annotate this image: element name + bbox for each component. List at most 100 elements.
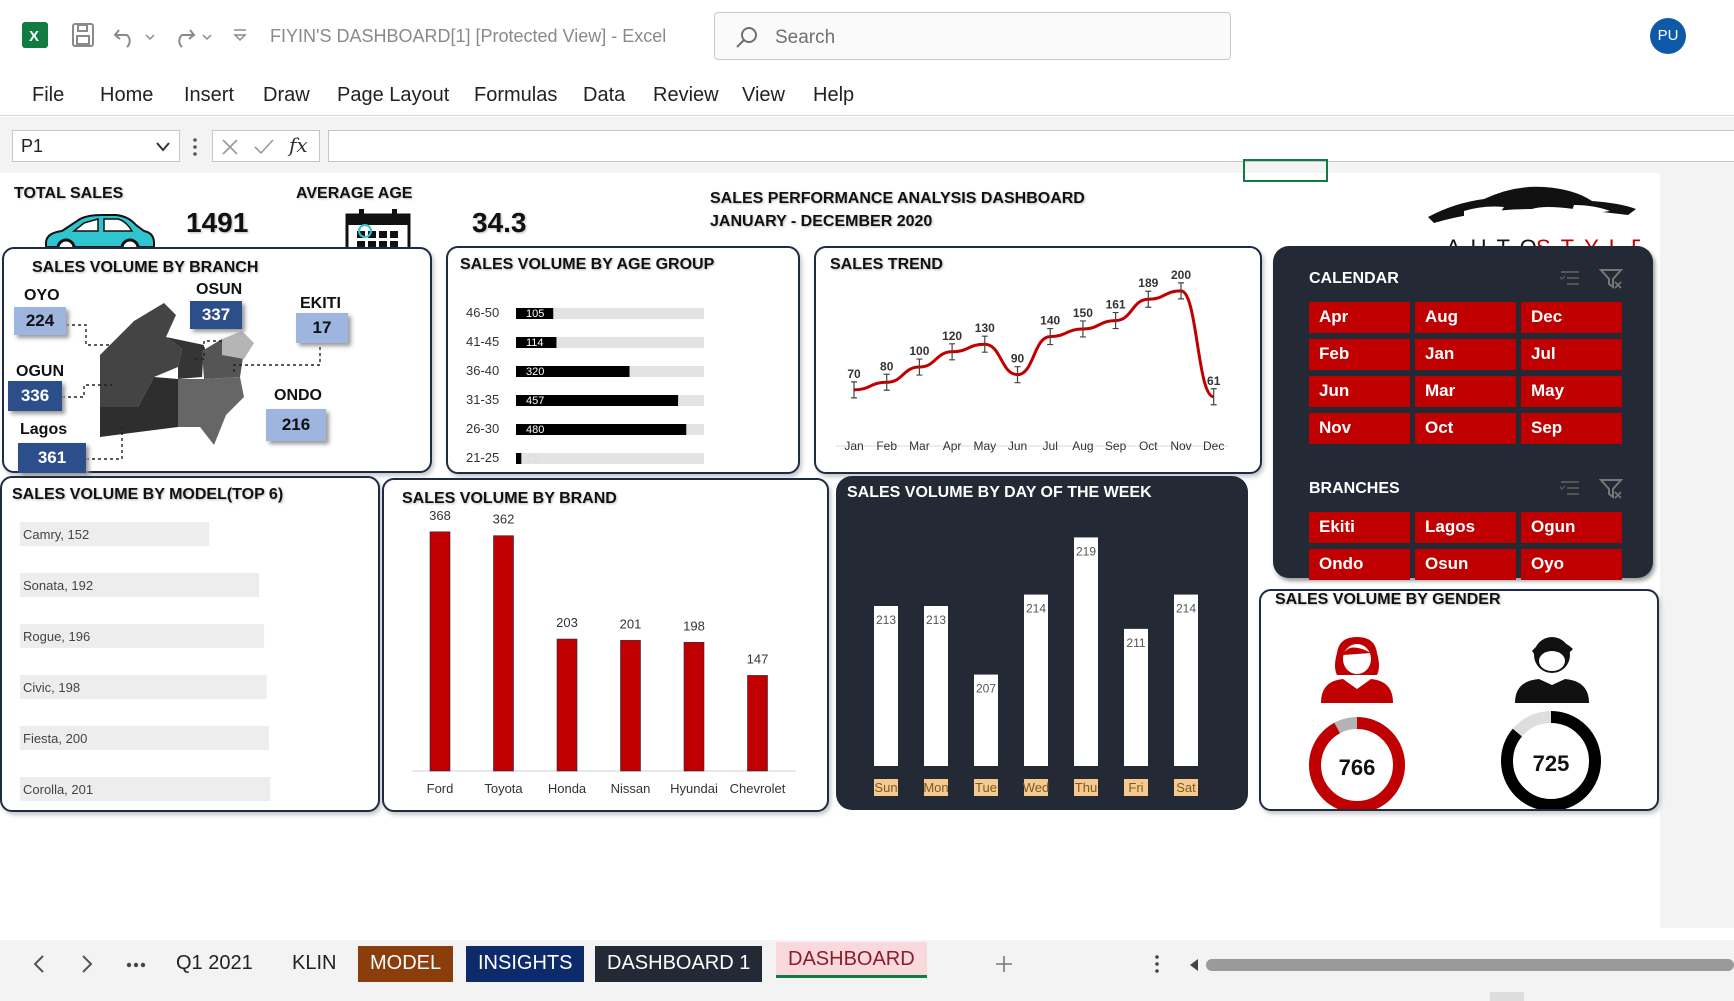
day-x-tick-label: Tue xyxy=(975,780,997,795)
multi-select-icon[interactable] xyxy=(1559,268,1583,288)
menu-draw[interactable]: Draw xyxy=(263,84,310,107)
calendar-slicer-item-sep[interactable]: Sep xyxy=(1521,413,1622,444)
day-data-label: 214 xyxy=(1176,602,1196,616)
save-icon[interactable] xyxy=(71,22,95,48)
brand-data-label: 147 xyxy=(747,651,769,666)
calendar-slicer-item-feb[interactable]: Feb xyxy=(1309,339,1410,370)
age-group-tick-label: 41-45 xyxy=(466,334,499,349)
branch-slicer-item-ogun[interactable]: Ogun xyxy=(1521,512,1622,543)
user-avatar[interactable]: PU xyxy=(1650,18,1686,54)
menu-file[interactable]: File xyxy=(32,84,64,107)
age-group-tick-label: 46-50 xyxy=(466,305,499,320)
branch-slicer-item-osun[interactable]: Osun xyxy=(1415,549,1516,580)
formula-input[interactable] xyxy=(328,130,1734,162)
insert-function-button[interactable]: fx xyxy=(289,133,308,157)
horizontal-scrollbar[interactable] xyxy=(1206,959,1734,971)
normal-view-icon[interactable] xyxy=(1490,992,1524,1001)
trend-x-tick-label: Jan xyxy=(844,439,863,453)
add-sheet-icon[interactable] xyxy=(994,954,1014,974)
brand-panel: SALES VOLUME BY BRAND 368 Ford 362 Toyota 20… xyxy=(382,478,829,812)
branch-slicer-item-ekiti[interactable]: Ekiti xyxy=(1309,512,1410,543)
day-x-tick-label: Sat xyxy=(1176,780,1196,795)
menu-data[interactable]: Data xyxy=(583,84,625,107)
trend-x-tick-label: Jun xyxy=(1008,439,1027,453)
calendar-slicer-item-mar[interactable]: Mar xyxy=(1415,376,1516,407)
sheet-tab-q1-2021[interactable]: Q1 2021 xyxy=(164,946,265,982)
calendar-slicer-item-aug[interactable]: Aug xyxy=(1415,302,1516,333)
brand-x-tick-label: Hyundai xyxy=(670,781,718,796)
dashboard-title: SALES PERFORMANCE ANALYSIS DASHBOARD JAN… xyxy=(710,187,1085,233)
model-panel: SALES VOLUME BY MODEL(TOP 6) Camry, 152 S… xyxy=(0,476,380,812)
menu-view[interactable]: View xyxy=(742,84,785,107)
calendar-slicer-item-jul[interactable]: Jul xyxy=(1521,339,1622,370)
branch-slicer-item-oyo[interactable]: Oyo xyxy=(1521,549,1622,580)
enter-check-icon[interactable] xyxy=(253,138,275,156)
branch-value-osun: 337 xyxy=(190,301,242,329)
model-data-label: Corolla, 201 xyxy=(23,782,93,797)
menu-page-layout[interactable]: Page Layout xyxy=(337,84,449,107)
trend-data-label: 130 xyxy=(975,321,995,335)
model-chart: Camry, 152 Sonata, 192 Rogue, 196 Civic, 19… xyxy=(20,522,271,801)
trend-data-label: 100 xyxy=(909,344,929,358)
chevron-left-icon[interactable] xyxy=(32,954,46,974)
branch-name-oyo: OYO xyxy=(24,287,60,304)
more-sheets-icon[interactable] xyxy=(126,962,146,968)
trend-x-tick-label: Aug xyxy=(1072,439,1093,453)
selected-cell-p1[interactable] xyxy=(1243,159,1328,182)
menu-formulas[interactable]: Formulas xyxy=(474,84,557,107)
more-options-icon[interactable] xyxy=(1154,954,1160,974)
multi-select-icon[interactable] xyxy=(1559,478,1583,498)
menu-insert[interactable]: Insert xyxy=(184,84,234,107)
branch-slicer-item-ondo[interactable]: Ondo xyxy=(1309,549,1410,580)
menu-review[interactable]: Review xyxy=(653,84,719,107)
undo-icon[interactable] xyxy=(113,22,157,48)
chevron-right-icon[interactable] xyxy=(80,954,94,974)
age-group-tick-label: 36-40 xyxy=(466,363,499,378)
calendar-slicer-item-apr[interactable]: Apr xyxy=(1309,302,1410,333)
window-title: FIYIN'S DASHBOARD[1] [Protected View] - … xyxy=(270,26,667,46)
calendar-slicer-item-may[interactable]: May xyxy=(1521,376,1622,407)
brand-x-tick-label: Toyota xyxy=(484,781,523,796)
sheet-tab-bar: Q1 2021 KLIN MODEL INSIGHTS DASHBOARD 1 DASHB… xyxy=(0,940,1734,988)
search-box[interactable]: Search xyxy=(714,12,1231,60)
age-group-data-label: 114 xyxy=(526,337,544,349)
clear-filter-icon[interactable] xyxy=(1599,268,1623,290)
sheet-tab-dashboard[interactable]: DASHBOARD xyxy=(776,942,927,978)
day-data-label: 213 xyxy=(876,613,896,627)
cancel-icon[interactable] xyxy=(221,138,239,156)
excel-logo-icon: X xyxy=(22,22,48,48)
day-data-label: 207 xyxy=(976,682,996,696)
sheet-tab-insights[interactable]: INSIGHTS xyxy=(466,946,585,982)
calendar-slicer-item-nov[interactable]: Nov xyxy=(1309,413,1410,444)
day-bar xyxy=(1174,594,1198,766)
calendar-slicer-item-jun[interactable]: Jun xyxy=(1309,376,1410,407)
dashboard-title-line2: JANUARY - DECEMBER 2020 xyxy=(710,213,933,230)
scroll-left-icon[interactable] xyxy=(1188,958,1200,972)
age-group-bar xyxy=(516,453,522,464)
calendar-slicer-item-dec[interactable]: Dec xyxy=(1521,302,1622,333)
sheet-tab-klin[interactable]: KLIN xyxy=(280,946,348,982)
day-bar xyxy=(1074,537,1098,766)
trend-data-label: 61 xyxy=(1207,374,1221,388)
branch-slicer-item-lagos[interactable]: Lagos xyxy=(1415,512,1516,543)
customize-toolbar-icon[interactable] xyxy=(232,28,248,44)
brand-data-label: 203 xyxy=(556,615,578,630)
trend-line-series xyxy=(853,289,1215,399)
name-box[interactable]: P1 xyxy=(12,130,180,162)
redo-icon[interactable] xyxy=(170,22,214,48)
menu-home[interactable]: Home xyxy=(100,84,153,107)
brand-bar xyxy=(429,531,451,772)
ribbon-menu: File Home Insert Draw Page Layout Formul… xyxy=(0,72,1734,116)
day-bar xyxy=(874,606,898,766)
more-options-icon[interactable] xyxy=(192,137,198,157)
sheet-tab-dashboard-1[interactable]: DASHBOARD 1 xyxy=(595,946,763,982)
menu-help[interactable]: Help xyxy=(813,84,854,107)
age-group-tick-label: 26-30 xyxy=(466,421,499,436)
calendar-slicer-item-oct[interactable]: Oct xyxy=(1415,413,1516,444)
gender-donuts xyxy=(1309,711,1601,809)
average-age-label: AVERAGE AGE xyxy=(296,185,413,202)
calendar-slicer-item-jan[interactable]: Jan xyxy=(1415,339,1516,370)
clear-filter-icon[interactable] xyxy=(1599,478,1623,500)
sheet-tab-model[interactable]: MODEL xyxy=(358,946,454,982)
trend-x-tick-label: Feb xyxy=(876,439,897,453)
